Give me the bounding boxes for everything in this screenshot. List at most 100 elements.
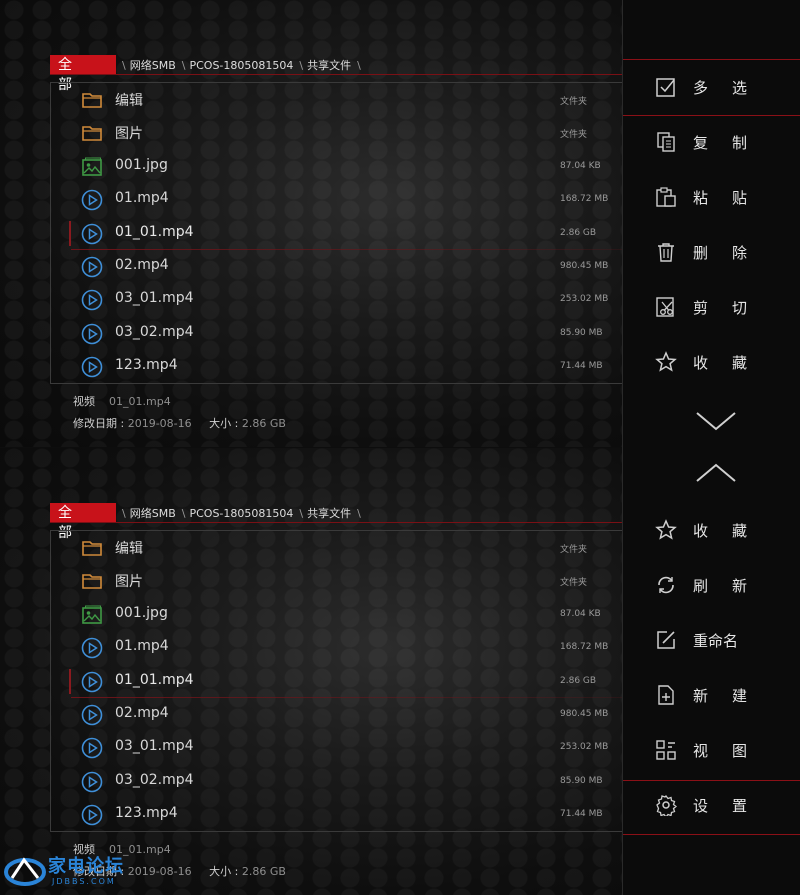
play-icon — [81, 323, 103, 345]
menu-item-label: 剪切 — [693, 299, 747, 317]
watermark-subtext: JDBBS.COM — [52, 877, 116, 886]
trash-icon — [655, 241, 677, 263]
breadcrumb-separator: \ — [299, 506, 304, 520]
copy-icon — [655, 131, 677, 153]
file-row[interactable]: 02.mp4 980.45 MB — [51, 698, 622, 731]
folder-icon — [81, 89, 103, 111]
file-row[interactable]: 编辑 文件夹 — [51, 531, 622, 564]
file-row[interactable]: 01.mp4 168.72 MB — [51, 631, 622, 664]
file-list: 编辑 文件夹图片 文件夹 001.jpg 87.04 KB 01.mp4 168.72 MB… — [50, 82, 622, 384]
play-icon — [81, 223, 103, 245]
file-row[interactable]: 123.mp4 71.44 MB — [51, 350, 622, 383]
file-row[interactable]: 03_01.mp4 253.02 MB — [51, 731, 622, 764]
breadcrumb-underline — [50, 522, 622, 523]
file-row[interactable]: 01_01.mp4 2.86 GB — [51, 217, 622, 250]
operation-sidebar: 多选复制粘贴删除剪切收藏 收藏刷新重命名新建视图设置 — [622, 0, 800, 895]
file-row[interactable]: 01.mp4 168.72 MB — [51, 183, 622, 216]
file-size: 168.72 MB — [560, 194, 609, 205]
star-icon — [655, 519, 677, 541]
menu-item[interactable]: 重命名 — [623, 613, 800, 668]
file-size: 253.02 MB — [560, 742, 609, 753]
menu-item[interactable]: 收藏 — [623, 335, 800, 390]
breadcrumb-item[interactable]: 共享文件 — [307, 505, 351, 521]
chevron-up-icon[interactable] — [695, 462, 737, 484]
file-name: 001.jpg — [115, 604, 168, 621]
file-size: 87.04 KB — [560, 160, 601, 171]
info-type-label: 视频 — [73, 395, 95, 408]
info-size-value: 2.86 GB — [241, 417, 286, 430]
file-row[interactable]: 图片 文件夹 — [51, 564, 622, 597]
menu-item[interactable]: 粘贴 — [623, 170, 800, 225]
file-size: 文件夹 — [560, 97, 588, 107]
image-icon — [81, 156, 103, 178]
file-size: 980.45 MB — [560, 261, 609, 271]
play-icon — [81, 189, 103, 211]
file-row[interactable]: 编辑 文件夹 — [51, 83, 622, 116]
file-name: 03_02.mp4 — [115, 323, 194, 340]
file-size: 253.02 MB — [560, 294, 609, 305]
breadcrumb-separator: \ — [181, 506, 186, 520]
menu-item-label: 重命名 — [693, 632, 739, 650]
file-row[interactable]: 001.jpg 87.04 KB — [51, 598, 622, 631]
menu-item-label: 收藏 — [693, 354, 747, 372]
breadcrumb-item[interactable]: 共享文件 — [307, 57, 351, 73]
menu-item-label: 删除 — [693, 244, 747, 262]
file-name: 02.mp4 — [115, 705, 169, 721]
file-row[interactable]: 001.jpg 87.04 KB — [51, 150, 622, 183]
file-row[interactable]: 03_02.mp4 85.90 MB — [51, 765, 622, 798]
watermark-icon — [4, 857, 46, 886]
folder-icon — [81, 122, 103, 144]
menu-item[interactable]: 删除 — [623, 225, 800, 280]
breadcrumb-separator: \ — [357, 506, 361, 520]
file-name: 03_01.mp4 — [115, 738, 194, 755]
info-size-value: 2.86 GB — [241, 865, 286, 878]
menu-item-label: 收藏 — [693, 522, 747, 540]
file-row[interactable]: 02.mp4 980.45 MB — [51, 250, 622, 283]
breadcrumb-root[interactable]: 全部 — [50, 55, 116, 93]
file-row[interactable]: 图片 文件夹 — [51, 116, 622, 149]
watermark-text: 家电论坛 — [48, 856, 124, 877]
new-file-icon — [655, 684, 677, 706]
breadcrumb: 全部 \ 网络SMB \ PCOS-1805081504 \ 共享文件 \ — [50, 503, 365, 541]
breadcrumb-item[interactable]: 网络SMB — [130, 57, 176, 73]
menu-item[interactable]: 多选 — [623, 60, 800, 115]
play-icon — [81, 356, 103, 378]
menu-item[interactable]: 视图 — [623, 723, 800, 778]
breadcrumb-separator: \ — [122, 506, 126, 520]
menu-item-label: 刷新 — [693, 577, 747, 595]
menu-item[interactable]: 剪切 — [623, 280, 800, 335]
breadcrumb-item[interactable]: PCOS-1805081504 — [189, 59, 293, 72]
breadcrumb-item[interactable]: PCOS-1805081504 — [189, 507, 293, 520]
breadcrumb-separator: \ — [357, 58, 361, 72]
file-size: 71.44 MB — [560, 361, 603, 372]
file-row[interactable]: 123.mp4 71.44 MB — [51, 798, 622, 831]
play-icon — [81, 804, 103, 826]
menu-highlight-top — [623, 780, 800, 781]
file-row[interactable]: 01_01.mp4 2.86 GB — [51, 665, 622, 698]
file-browser-panel-bottom: 全部 \ 网络SMB \ PCOS-1805081504 \ 共享文件 \ 编辑… — [0, 448, 622, 895]
menu-item-label: 多选 — [693, 79, 747, 97]
menu-item[interactable]: 复制 — [623, 115, 800, 170]
menu-item-label: 设置 — [693, 797, 747, 815]
chevron-down-icon[interactable] — [695, 410, 737, 432]
file-size: 168.72 MB — [560, 642, 609, 653]
image-icon — [81, 604, 103, 626]
scissors-icon — [655, 296, 677, 318]
file-name: 123.mp4 — [115, 805, 178, 822]
file-size: 文件夹 — [560, 130, 588, 141]
file-size: 980.45 MB — [560, 709, 609, 719]
info-type-value: 01_01.mp4 — [109, 395, 171, 408]
menu-item[interactable]: 刷新 — [623, 558, 800, 613]
file-size: 文件夹 — [560, 545, 588, 555]
file-row[interactable]: 03_02.mp4 85.90 MB — [51, 317, 622, 350]
breadcrumb-item[interactable]: 网络SMB — [130, 505, 176, 521]
file-row[interactable]: 03_01.mp4 253.02 MB — [51, 283, 622, 316]
watermark-logo: 家电论坛 JDBBS.COM — [4, 852, 144, 894]
file-list: 编辑 文件夹 图片 文件夹 001.jpg 87.04 KB 01.mp4 168.72 MB… — [50, 530, 622, 832]
menu-item[interactable]: 新建 — [623, 668, 800, 723]
breadcrumb-root[interactable]: 全部 — [50, 503, 116, 541]
menu-item[interactable]: 收藏 — [623, 503, 800, 558]
menu-item[interactable]: 设置 — [623, 778, 800, 833]
file-name: 图片 — [115, 126, 143, 143]
file-browser-panel-top: 全部 \ 网络SMB \ PCOS-1805081504 \ 共享文件 \ 编辑… — [0, 0, 622, 447]
